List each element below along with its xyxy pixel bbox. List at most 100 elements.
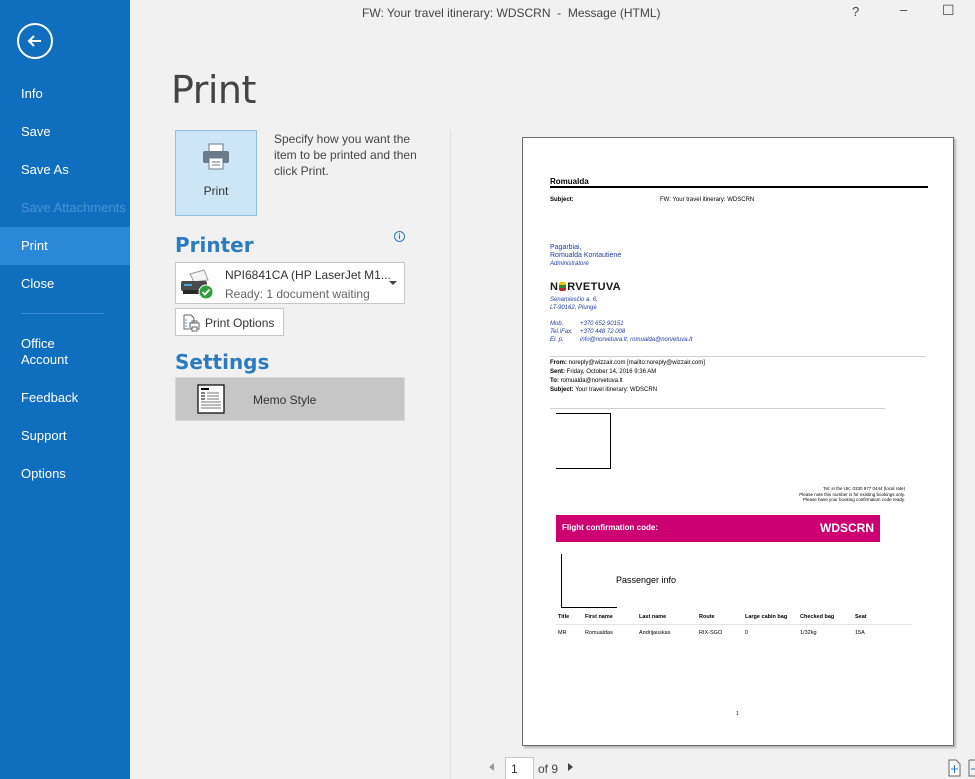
table-cell: Andrijauskas xyxy=(639,630,671,636)
tel-info: Tel: in the UK: 0330 977 0444 (local rat… xyxy=(799,486,905,503)
print-options-button[interactable]: Print Options xyxy=(175,308,284,336)
table-cell: 15A xyxy=(855,630,865,636)
preview-page-number: 1 xyxy=(736,711,739,717)
sidebar-item-save-as[interactable]: Save As xyxy=(0,151,130,189)
passenger-box-line xyxy=(561,607,617,608)
help-button[interactable]: ? xyxy=(852,4,859,19)
sig-role: Administratorė xyxy=(550,261,589,267)
table-cell: 1/32kg xyxy=(800,630,817,636)
maximize-button[interactable]: ☐ xyxy=(942,2,955,19)
backstage-sidebar: Info Save Save As Save Attachments Print… xyxy=(0,0,130,779)
sig-address2: LT-90162, Plungė xyxy=(550,305,597,311)
image-placeholder xyxy=(556,413,611,469)
preview-header-rule xyxy=(550,186,928,188)
fwd-to: To: romualda@norvetuva.lt xyxy=(550,377,623,386)
previous-page-button[interactable] xyxy=(489,763,494,771)
fwd-to-label: To: xyxy=(550,378,559,384)
table-header: Seat xyxy=(855,614,867,620)
memo-style-option[interactable]: Memo Style xyxy=(175,377,405,421)
fwd-sent: Sent: Friday, October 14, 2016 9:36 AM xyxy=(550,368,656,377)
preview-recipient: Romualda xyxy=(550,177,589,186)
table-cell: MR xyxy=(558,630,567,636)
company-logo: N RVETUVA xyxy=(550,281,621,293)
fwd-subject: Subject: Your travel itinerary: WDSCRN xyxy=(550,386,657,395)
table-header: Last name xyxy=(639,614,667,620)
printer-icon xyxy=(203,143,229,170)
fwd-from-label: From: xyxy=(550,360,567,366)
tel-info-line: Please have your booking confirmation co… xyxy=(803,497,905,502)
forward-divider-bottom xyxy=(550,408,885,409)
next-page-button[interactable] xyxy=(568,763,573,771)
memo-style-icon xyxy=(197,384,225,414)
chevron-down-icon xyxy=(389,281,397,285)
forward-divider-top xyxy=(550,356,926,357)
table-cell: 0 xyxy=(745,630,749,636)
printer-dropdown[interactable]: NPI6841CA (HP LaserJet M1... Ready: 1 do… xyxy=(175,262,405,304)
sidebar-divider xyxy=(21,313,104,314)
page-count: of 9 xyxy=(538,762,559,776)
logo-flag-icon xyxy=(559,282,567,291)
sig-tel-value: +370 448 72 008 xyxy=(580,329,626,335)
table-divider xyxy=(556,624,912,625)
one-page-icon[interactable] xyxy=(968,759,975,777)
panel-divider xyxy=(450,130,451,779)
back-button[interactable] xyxy=(17,23,53,59)
fwd-sent-value: Friday, October 14, 2016 9:36 AM xyxy=(566,369,657,375)
fwd-subject-value: Your travel itinerary: WDSCRN xyxy=(575,387,658,393)
memo-style-label: Memo Style xyxy=(253,393,317,407)
print-preview-page: Romualda Subject: FW: Your travel itiner… xyxy=(522,137,954,746)
printer-name: NPI6841CA (HP LaserJet M1... xyxy=(225,268,391,282)
preview-subject-label: Subject: xyxy=(550,197,574,203)
table-header: Large cabin bag xyxy=(745,614,788,620)
back-arrow-icon xyxy=(27,35,41,47)
page-number-input[interactable]: 1 xyxy=(505,757,534,779)
fwd-to-value: romualda@norvetuva.lt xyxy=(560,378,623,384)
fwd-subject-label: Subject: xyxy=(550,387,574,393)
sig-mob-value: +370 652 90151 xyxy=(580,321,624,327)
sidebar-item-feedback[interactable]: Feedback xyxy=(0,379,130,417)
table-header: Title xyxy=(558,614,570,620)
print-button-label: Print xyxy=(203,184,229,198)
title-bar: FW: Your travel itinerary: WDSCRN - Mess… xyxy=(130,0,975,26)
actual-size-icon[interactable] xyxy=(948,759,961,777)
sig-email-value: info@norvetuva.lt; romualda@norvetuva.lt xyxy=(580,337,693,343)
fwd-from-value: noreply@wizzair.com [mailto:noreply@wizz… xyxy=(568,360,705,366)
sig-greeting: Pagarbiai, xyxy=(550,244,582,251)
table-cell: Romualdas xyxy=(585,630,613,636)
sidebar-item-options[interactable]: Options xyxy=(0,455,130,493)
confirmation-bar: Flight confirmation code: WDSCRN xyxy=(556,515,880,542)
confirmation-code: WDSCRN xyxy=(820,521,874,535)
minimize-button[interactable]: – xyxy=(900,2,907,17)
print-description: Specify how you want the item to be prin… xyxy=(274,132,417,178)
sidebar-item-info[interactable]: Info xyxy=(0,75,130,113)
settings-heading: Settings xyxy=(175,350,270,374)
info-icon[interactable]: i xyxy=(394,231,405,242)
confirmation-label: Flight confirmation code: xyxy=(562,523,658,532)
sig-name: Romualda Kontautienė xyxy=(550,252,622,259)
printer-ready-icon xyxy=(181,269,214,300)
print-button[interactable]: Print xyxy=(175,130,257,216)
sidebar-item-save-attachments: Save Attachments xyxy=(21,200,126,215)
print-options-icon xyxy=(183,314,200,332)
printer-heading: Printer xyxy=(175,233,254,257)
sig-tel-label: Tel.\Fax. xyxy=(550,329,573,335)
sig-email-label: El. p. xyxy=(550,337,564,343)
sidebar-item-office-account[interactable]: Office Account xyxy=(0,333,80,373)
sidebar-item-close[interactable]: Close xyxy=(0,265,130,303)
sidebar-item-support[interactable]: Support xyxy=(0,417,130,455)
sidebar-item-print[interactable]: Print xyxy=(0,227,130,265)
fwd-sent-label: Sent: xyxy=(550,369,565,375)
table-header: Checked bag xyxy=(800,614,835,620)
table-header: First name xyxy=(585,614,613,620)
sidebar-item-save[interactable]: Save xyxy=(0,113,130,151)
printer-status: Ready: 1 document waiting xyxy=(225,287,370,301)
passenger-box-line xyxy=(561,554,562,608)
preview-subject-value: FW: Your travel itinerary: WDSCRN xyxy=(660,197,755,203)
fwd-from: From: noreply@wizzair.com [mailto:norepl… xyxy=(550,359,705,368)
table-header: Route xyxy=(699,614,715,620)
window-title: FW: Your travel itinerary: WDSCRN - Mess… xyxy=(362,6,661,20)
sig-address1: Senamiesčio a. 6, xyxy=(550,297,598,303)
table-cell: RIX-SGO xyxy=(699,630,723,636)
print-options-label: Print Options xyxy=(205,316,275,330)
sig-mob-label: Mob. xyxy=(550,321,564,327)
